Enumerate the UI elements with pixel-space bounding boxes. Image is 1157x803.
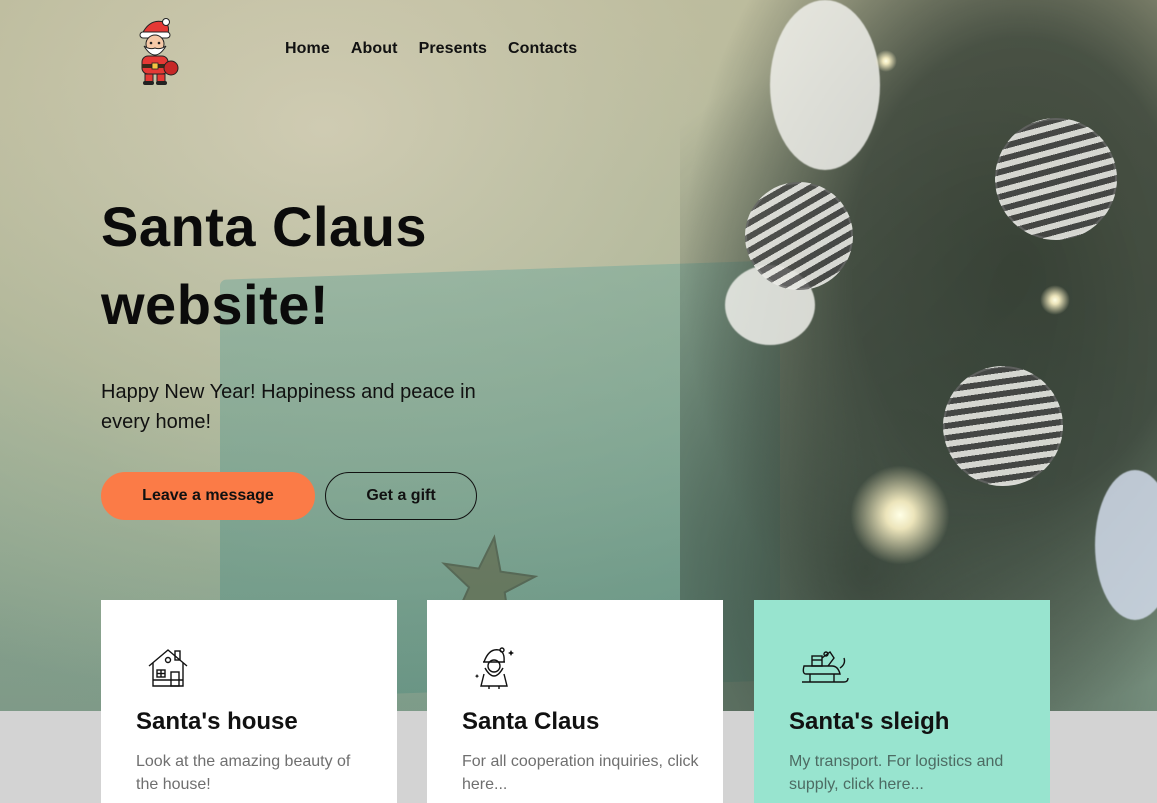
nav-item-home[interactable]: Home bbox=[285, 40, 330, 58]
card-title: Santa Claus bbox=[462, 708, 600, 735]
hero-subtitle: Happy New Year! Happiness and peace in e… bbox=[101, 381, 476, 433]
card-santas-sleigh[interactable]: Santa's sleigh My transport. For logisti… bbox=[754, 600, 1050, 803]
card-text: For all cooperation inquiries, click her… bbox=[462, 753, 699, 793]
leave-message-button[interactable]: Leave a message bbox=[101, 472, 315, 520]
santa-icon bbox=[471, 644, 517, 690]
light-decoration bbox=[1040, 285, 1070, 315]
site-header: Home About Presents Contacts bbox=[0, 0, 1157, 100]
nav-item-about[interactable]: About bbox=[351, 40, 398, 58]
nav-item-contacts[interactable]: Contacts bbox=[508, 40, 577, 58]
card-text: Look at the amazing beauty of the house! bbox=[136, 753, 351, 793]
hero-title: Santa Claus website! bbox=[101, 195, 428, 336]
nav-item-presents[interactable]: Presents bbox=[419, 40, 487, 58]
card-santa-claus[interactable]: Santa Claus For all cooperation inquirie… bbox=[427, 600, 723, 803]
main-nav: Home About Presents Contacts bbox=[285, 40, 577, 58]
page: Home About Presents Contacts Santa Claus… bbox=[0, 0, 1157, 803]
feature-cards: Santa's house Look at the amazing beauty… bbox=[101, 600, 1050, 803]
card-text: My transport. For logistics and supply, … bbox=[789, 753, 1004, 793]
santa-logo-icon[interactable] bbox=[130, 16, 180, 86]
sleigh-icon bbox=[798, 644, 849, 690]
card-title: Santa's sleigh bbox=[789, 708, 950, 735]
light-decoration bbox=[850, 465, 950, 565]
card-title: Santa's house bbox=[136, 708, 298, 735]
house-icon bbox=[145, 644, 191, 690]
get-gift-button[interactable]: Get a gift bbox=[325, 472, 477, 520]
card-santas-house[interactable]: Santa's house Look at the amazing beauty… bbox=[101, 600, 397, 803]
